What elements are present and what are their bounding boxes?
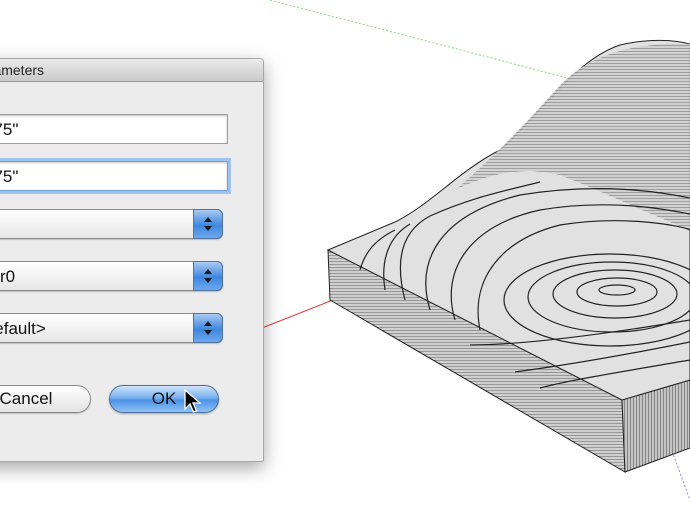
ok-button[interactable]: OK bbox=[109, 385, 219, 413]
parameter-field-2[interactable]: 375" bbox=[0, 161, 228, 191]
popup-arrows-icon bbox=[193, 209, 223, 239]
dialog-titlebar[interactable]: arameters bbox=[0, 59, 263, 82]
layer-select[interactable]: yer0 bbox=[0, 261, 223, 291]
popup-arrows-icon bbox=[193, 313, 223, 343]
parameter-select-1[interactable] bbox=[0, 209, 223, 239]
material-select[interactable]: Default> bbox=[0, 313, 223, 343]
red-axis bbox=[261, 297, 339, 329]
cancel-button[interactable]: Cancel bbox=[0, 385, 91, 413]
mouse-pointer-icon bbox=[184, 389, 202, 413]
parameter-field-1[interactable]: 375" bbox=[0, 114, 228, 144]
material-select-value: Default> bbox=[0, 319, 46, 338]
popup-arrows-icon bbox=[193, 261, 223, 291]
parameters-dialog: arameters 375" 375" yer0 Default> Cancel… bbox=[0, 58, 264, 462]
layer-select-value: yer0 bbox=[0, 267, 16, 286]
dialog-title: arameters bbox=[0, 62, 45, 78]
terrain-model[interactable] bbox=[326, 39, 690, 473]
